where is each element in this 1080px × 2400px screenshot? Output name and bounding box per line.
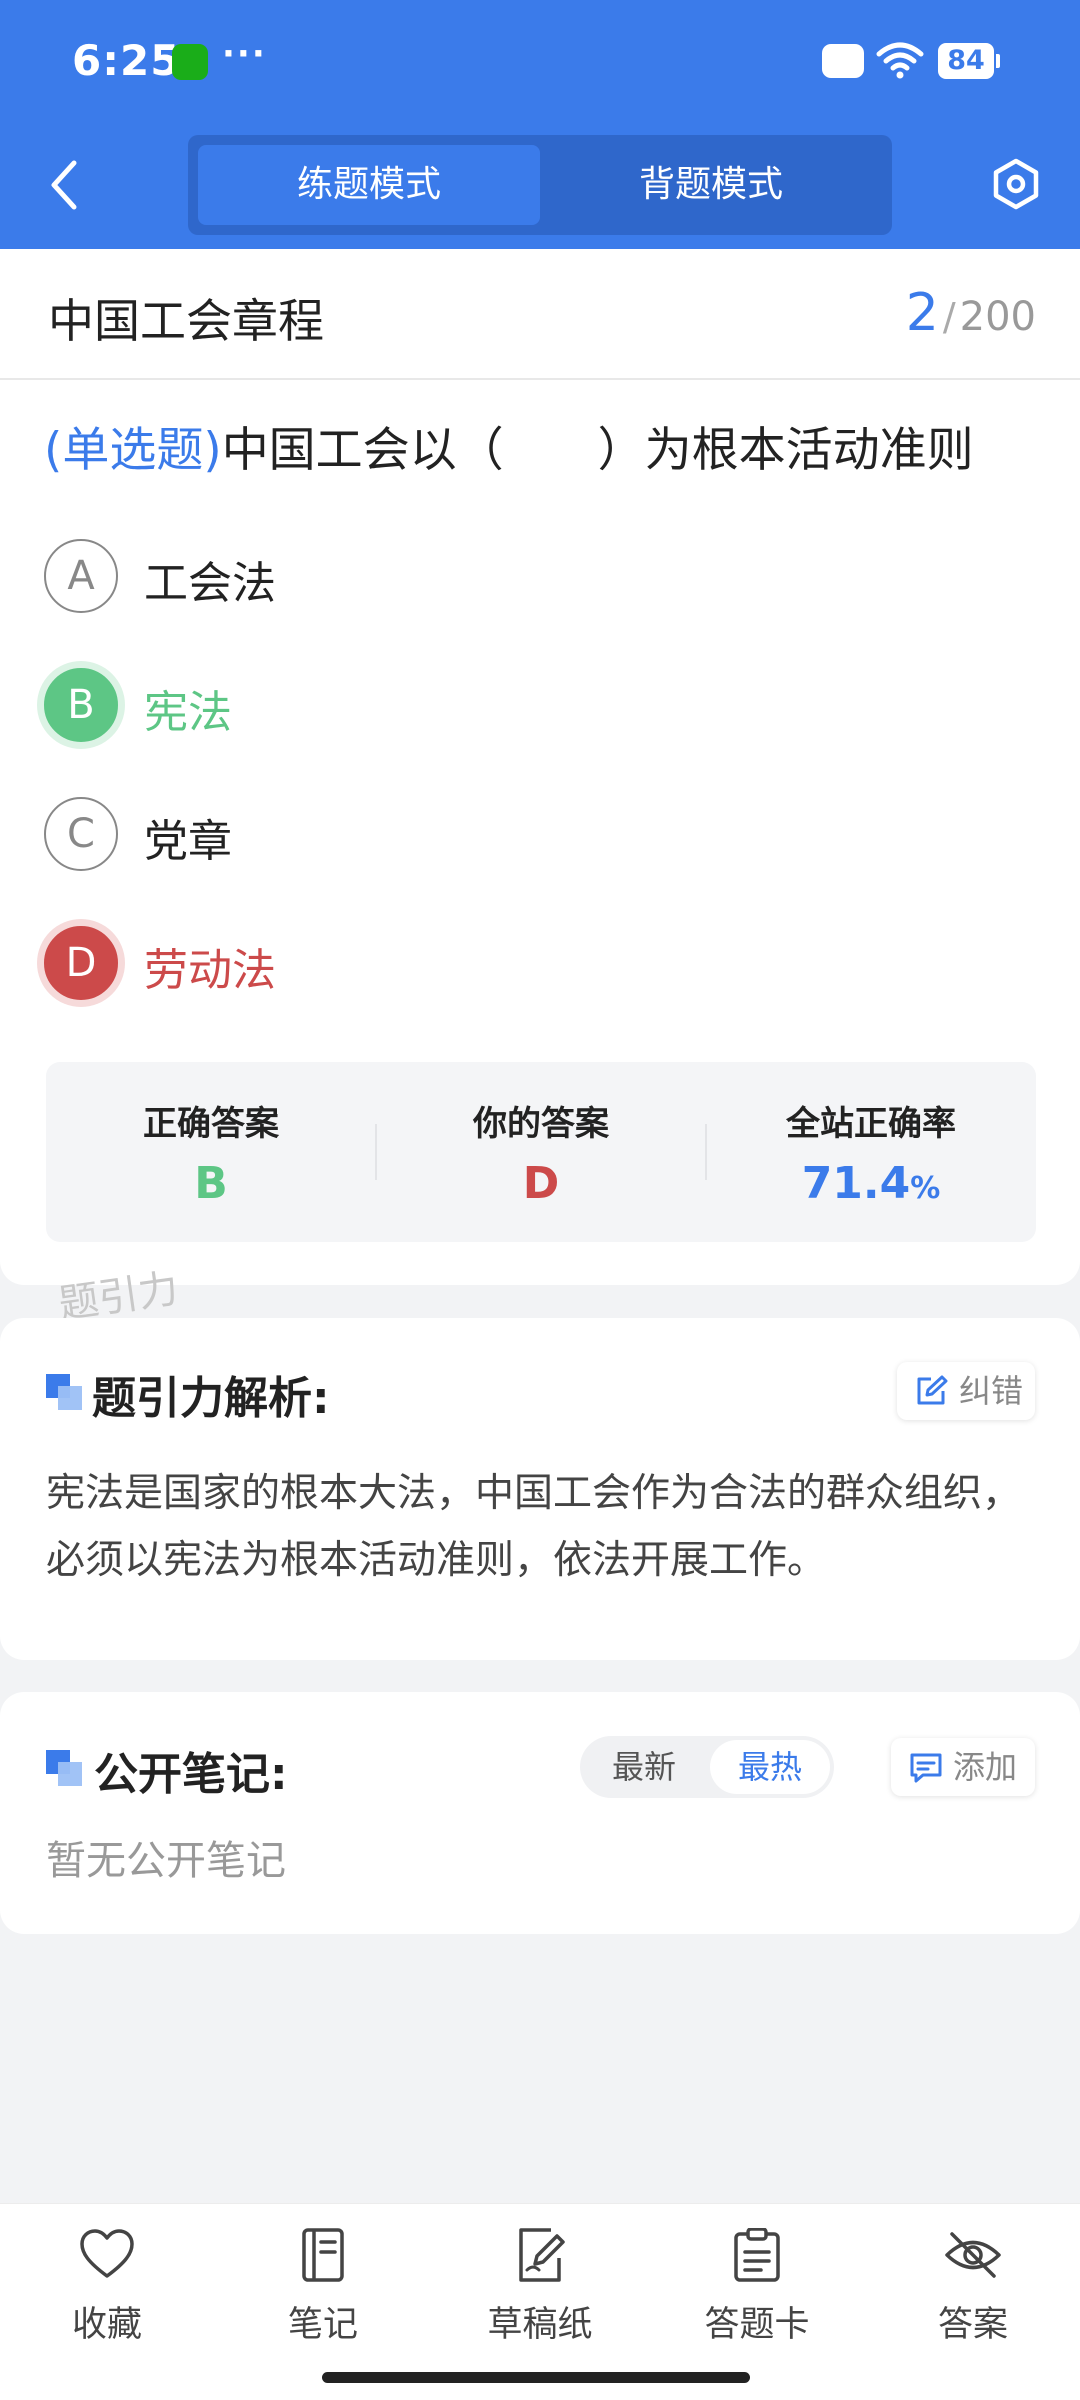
correct-answer-stat: 正确答案 B <box>46 1062 376 1242</box>
sort-newest-option[interactable]: 最新 <box>584 1740 704 1794</box>
notebook-icon <box>302 2228 344 2282</box>
draft-paper-icon <box>519 2228 565 2282</box>
home-indicator <box>322 2372 750 2383</box>
eye-off-icon <box>945 2232 1001 2278</box>
edit-icon <box>917 1375 948 1405</box>
accuracy-rate-unit: % <box>910 1171 941 1206</box>
favorite-label: 收藏 <box>71 2305 142 2345</box>
status-time: 6:25 <box>72 36 181 85</box>
option-letter: D <box>44 926 118 1000</box>
option-c[interactable]: C 党章 <box>44 797 944 873</box>
empty-notes-message: 暂无公开笔记 <box>46 1838 286 1884</box>
sort-hottest-option[interactable]: 最热 <box>710 1740 830 1794</box>
wifi-icon <box>876 42 924 79</box>
option-letter: C <box>44 797 118 871</box>
public-notes-title: 公开笔记: <box>94 1749 288 1800</box>
public-notes-card: 公开笔记: 最新 最热 添加 暂无公开笔记 <box>0 1692 1080 1934</box>
accuracy-rate-number: 71.4 <box>801 1158 911 1209</box>
question-progress: 2/200 <box>906 283 1036 343</box>
section-marker-icon <box>46 1374 82 1410</box>
favorite-button[interactable]: 收藏 <box>7 2228 207 2368</box>
battery-indicator: 84 <box>938 43 1000 79</box>
correct-answer-label: 正确答案 <box>143 1104 279 1144</box>
question-card: 中国工会章程 2/200 (单选题)中国工会以（ ）为根本活动准则 A 工会法 … <box>0 249 1080 1285</box>
option-text: 宪法 <box>144 687 232 738</box>
your-answer-stat: 你的答案 D <box>376 1062 706 1242</box>
current-question-number: 2 <box>905 283 939 343</box>
question-text: 中国工会以（ ）为根本活动准则 <box>221 423 974 478</box>
option-text: 工会法 <box>144 558 276 609</box>
add-note-label: 添加 <box>953 1748 1018 1786</box>
option-a[interactable]: A 工会法 <box>44 539 944 615</box>
tab-memorize-mode[interactable]: 背题模式 <box>540 145 882 225</box>
option-text: 党章 <box>144 816 232 867</box>
accuracy-rate-value: 71.4% <box>706 1158 1036 1209</box>
add-note-button[interactable]: 添加 <box>891 1738 1035 1796</box>
notes-sort-toggle: 最新 最热 <box>580 1736 834 1798</box>
question-type: (单选题) <box>44 423 222 478</box>
option-b[interactable]: B 宪法 <box>44 668 944 744</box>
answer-stats: 正确答案 B 你的答案 D 全站正确率 71.4% <box>46 1062 1036 1242</box>
more-notifications-icon: ··· <box>222 34 267 74</box>
show-answer-label: 答案 <box>937 2305 1008 2345</box>
scratch-paper-label: 草稿纸 <box>487 2305 593 2345</box>
divider <box>0 378 1080 380</box>
clipboard-icon <box>734 2228 780 2282</box>
your-answer-value: D <box>522 1158 560 1209</box>
mode-switch: 练题模式 背题模式 <box>188 135 892 235</box>
report-error-button[interactable]: 纠错 <box>897 1362 1035 1420</box>
analysis-text: 宪法是国家的根本大法，中国工会作为合法的群众组织，必须以宪法为根本活动准则，依法… <box>46 1471 1022 1583</box>
section-marker-icon <box>46 1750 82 1786</box>
chapter-title: 中国工会章程 <box>48 294 324 348</box>
accuracy-rate-label: 全站正确率 <box>786 1104 956 1144</box>
notes-button[interactable]: 笔记 <box>223 2228 423 2368</box>
wechat-notification-icon <box>172 44 208 80</box>
scratch-paper-button[interactable]: 草稿纸 <box>440 2228 640 2368</box>
analysis-card: 题引力解析: 纠错 宪法是国家的根本大法，中国工会作为合法的群众组织，必须以宪法… <box>0 1318 1080 1660</box>
progress-separator: / <box>942 295 956 339</box>
question-stem: (单选题)中国工会以（ ）为根本活动准则 <box>44 411 1044 480</box>
option-text: 劳动法 <box>144 945 276 996</box>
report-error-label: 纠错 <box>959 1372 1024 1410</box>
total-question-count: 200 <box>959 294 1036 340</box>
answer-card-button[interactable]: 答题卡 <box>657 2228 857 2368</box>
correct-answer-value: B <box>194 1158 228 1209</box>
your-answer-label: 你的答案 <box>473 1104 609 1144</box>
option-letter: B <box>44 668 118 742</box>
bottom-toolbar: 收藏 笔记 草稿纸 答题卡 答案 <box>0 2203 1080 2400</box>
notes-label: 笔记 <box>287 2305 358 2345</box>
settings-icon[interactable] <box>990 158 1042 210</box>
accuracy-rate-stat: 全站正确率 71.4% <box>706 1062 1036 1242</box>
analysis-title: 题引力解析: <box>92 1373 330 1424</box>
app-header: 6:25 ··· 84 练题模式 背题模式 <box>0 0 1080 249</box>
option-d[interactable]: D 劳动法 <box>44 926 944 1002</box>
comment-icon <box>910 1753 942 1783</box>
option-letter: A <box>44 539 118 613</box>
show-answer-button[interactable]: 答案 <box>873 2228 1073 2368</box>
heart-icon <box>80 2229 134 2278</box>
tab-practice-mode[interactable]: 练题模式 <box>198 145 540 225</box>
back-button[interactable] <box>40 155 90 215</box>
answer-card-label: 答题卡 <box>704 2305 810 2345</box>
no-sim-icon <box>822 44 864 78</box>
